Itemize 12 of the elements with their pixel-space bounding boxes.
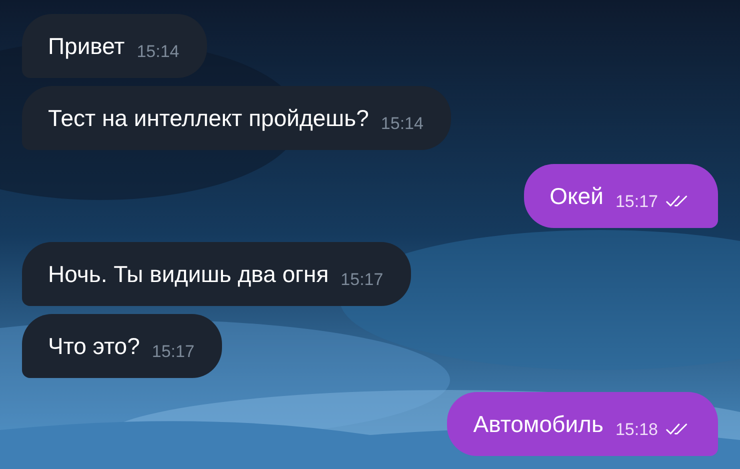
message-text: Окей bbox=[550, 182, 604, 210]
message-text: Тест на интеллект пройдешь? bbox=[48, 104, 369, 132]
message-text: Что это? bbox=[48, 332, 140, 360]
message-time: 15:17 bbox=[340, 270, 384, 290]
message-text: Автомобиль bbox=[473, 410, 604, 438]
message-text: Ночь. Ты видишь два огня bbox=[48, 260, 329, 288]
message-text: Привет bbox=[48, 32, 125, 60]
message-time: 15:17 bbox=[152, 342, 194, 362]
message-time: 15:14 bbox=[380, 114, 424, 134]
message-time: 15:18 bbox=[615, 420, 658, 440]
message-time: 15:17 bbox=[615, 192, 658, 212]
message-time: 15:14 bbox=[136, 42, 180, 62]
